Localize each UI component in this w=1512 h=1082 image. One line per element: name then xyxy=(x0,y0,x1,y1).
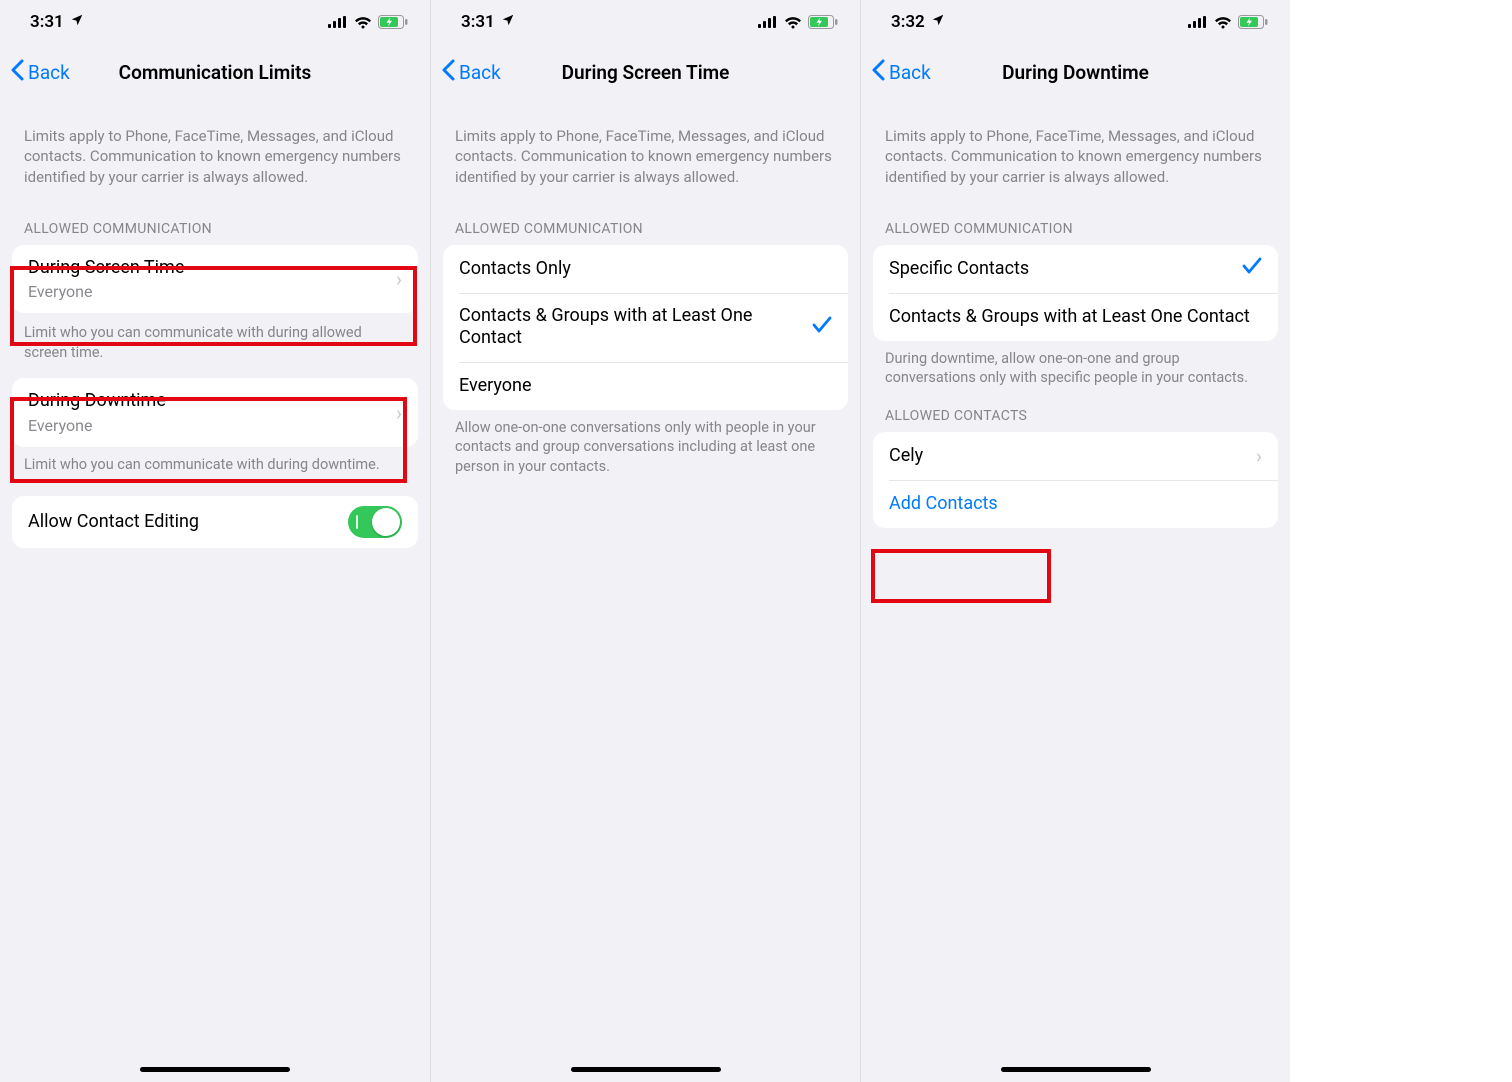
home-indicator xyxy=(140,1067,290,1072)
footer-downtime: Limit who you can communicate with durin… xyxy=(0,447,430,475)
section-header-allowed: ALLOWED COMMUNICATION xyxy=(861,201,1290,245)
chevron-left-icon xyxy=(871,58,885,86)
page-title: During Downtime xyxy=(1002,61,1149,84)
group-options: Specific Contacts Contacts & Groups with… xyxy=(873,245,1278,341)
add-contacts-label: Add Contacts xyxy=(889,493,1262,516)
option-label: Contacts & Groups with at Least One Cont… xyxy=(459,305,812,350)
footer-screen-time: Limit who you can communicate with durin… xyxy=(0,315,430,362)
check-icon xyxy=(812,315,832,340)
group-during-downtime: During Downtime Everyone › xyxy=(12,378,418,447)
status-time: 3:31 xyxy=(30,12,64,32)
option-contacts-groups[interactable]: Contacts & Groups with at Least One Cont… xyxy=(443,293,848,362)
group-during-screen-time: During Screen Time Everyone › xyxy=(12,245,418,314)
wifi-icon xyxy=(354,16,372,29)
row-during-downtime[interactable]: During Downtime Everyone › xyxy=(12,378,418,447)
screen-during-screen-time: 3:31 Back During Screen Time Lim xyxy=(430,0,860,1082)
group-options: Contacts Only Contacts & Groups with at … xyxy=(443,245,848,410)
chevron-right-icon: › xyxy=(1256,444,1262,468)
location-icon xyxy=(931,12,945,32)
status-time: 3:32 xyxy=(891,12,925,32)
section-header-allowed: ALLOWED COMMUNICATION xyxy=(0,201,430,245)
check-icon xyxy=(1242,256,1262,281)
footer: During downtime, allow one-on-one and gr… xyxy=(861,341,1290,388)
back-button[interactable]: Back xyxy=(441,58,501,86)
section-header-allowed: ALLOWED COMMUNICATION xyxy=(431,201,860,245)
battery-icon xyxy=(1238,15,1268,29)
status-bar: 3:31 xyxy=(431,0,860,44)
status-time: 3:31 xyxy=(461,12,495,32)
option-contacts-only[interactable]: Contacts Only xyxy=(443,245,848,293)
page-title: During Screen Time xyxy=(562,61,730,84)
option-label: Specific Contacts xyxy=(889,258,1242,281)
cellular-icon xyxy=(758,16,778,28)
location-icon xyxy=(501,12,515,32)
home-indicator xyxy=(571,1067,721,1072)
cellular-icon xyxy=(328,16,348,28)
option-label: Contacts Only xyxy=(459,258,832,281)
status-bar: 3:31 xyxy=(0,0,430,44)
contact-name: Cely xyxy=(889,445,1256,468)
screen-communication-limits: 3:31 Back Communication Limits L xyxy=(0,0,430,1082)
battery-icon xyxy=(808,15,838,29)
toggle-allow-contact-editing[interactable] xyxy=(348,506,402,538)
row-allow-contact-editing[interactable]: Allow Contact Editing xyxy=(12,496,418,548)
intro-text: Limits apply to Phone, FaceTime, Message… xyxy=(0,100,430,201)
option-contacts-groups[interactable]: Contacts & Groups with at Least One Cont… xyxy=(873,293,1278,341)
group-contact-editing: Allow Contact Editing xyxy=(12,496,418,548)
nav-bar: Back During Screen Time xyxy=(431,44,860,100)
chevron-right-icon: › xyxy=(396,401,402,425)
option-label: Contacts & Groups with at Least One Cont… xyxy=(889,306,1262,329)
cellular-icon xyxy=(1188,16,1208,28)
wifi-icon xyxy=(784,16,802,29)
back-button[interactable]: Back xyxy=(10,58,70,86)
chevron-left-icon xyxy=(10,58,24,86)
contact-row-cely[interactable]: Cely › xyxy=(873,432,1278,480)
intro-text: Limits apply to Phone, FaceTime, Message… xyxy=(431,100,860,201)
row-title: During Downtime xyxy=(28,390,396,413)
screen-during-downtime: 3:32 Back During Downtime Limits xyxy=(860,0,1290,1082)
back-label: Back xyxy=(459,61,501,84)
row-subtitle: Everyone xyxy=(28,282,396,301)
status-bar: 3:32 xyxy=(861,0,1290,44)
option-specific-contacts[interactable]: Specific Contacts xyxy=(873,245,1278,293)
back-button[interactable]: Back xyxy=(871,58,931,86)
intro-text: Limits apply to Phone, FaceTime, Message… xyxy=(861,100,1290,201)
footer: Allow one-on-one conversations only with… xyxy=(431,410,860,477)
row-title: During Screen Time xyxy=(28,257,396,280)
group-allowed-contacts: Cely › Add Contacts xyxy=(873,432,1278,528)
highlight-box xyxy=(871,549,1051,603)
chevron-left-icon xyxy=(441,58,455,86)
option-everyone[interactable]: Everyone xyxy=(443,362,848,410)
option-label: Everyone xyxy=(459,375,832,398)
back-label: Back xyxy=(889,61,931,84)
location-icon xyxy=(70,12,84,32)
add-contacts-button[interactable]: Add Contacts xyxy=(873,480,1278,528)
row-title: Allow Contact Editing xyxy=(28,511,348,534)
battery-icon xyxy=(378,15,408,29)
nav-bar: Back During Downtime xyxy=(861,44,1290,100)
page-title: Communication Limits xyxy=(119,61,312,84)
row-during-screen-time[interactable]: During Screen Time Everyone › xyxy=(12,245,418,314)
section-header-contacts: ALLOWED CONTACTS xyxy=(861,388,1290,432)
wifi-icon xyxy=(1214,16,1232,29)
home-indicator xyxy=(1001,1067,1151,1072)
back-label: Back xyxy=(28,61,70,84)
row-subtitle: Everyone xyxy=(28,416,396,435)
chevron-right-icon: › xyxy=(396,267,402,291)
nav-bar: Back Communication Limits xyxy=(0,44,430,100)
